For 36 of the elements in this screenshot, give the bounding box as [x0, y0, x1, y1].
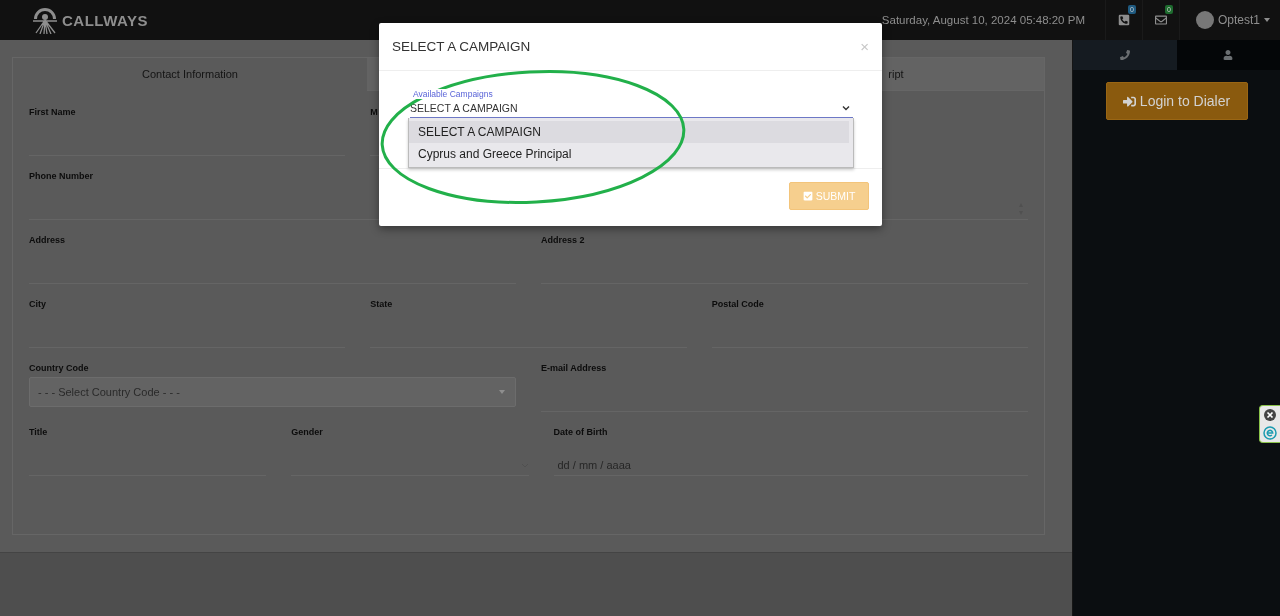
avatar-icon — [1195, 11, 1214, 29]
field-label: State — [370, 299, 393, 311]
dropdown-option[interactable]: SELECT A CAMPAIGN — [409, 121, 849, 143]
field-label: Phone Number — [29, 171, 93, 183]
field-label: Title — [29, 427, 48, 439]
field-label: First Name — [29, 107, 76, 119]
dialog-title: SELECT A CAMPAIGN — [392, 39, 531, 54]
user-icon — [1223, 50, 1234, 60]
field-label: Date of Birth — [553, 427, 608, 439]
login-button[interactable]: Login to Dialer — [1105, 82, 1248, 120]
caret-icon — [1264, 18, 1270, 22]
close-icon[interactable] — [1264, 408, 1276, 421]
field-label: Address 2 — [541, 235, 585, 247]
logo-icon — [32, 6, 58, 34]
side-tab[interactable] — [1073, 40, 1177, 70]
sign-in-icon — [1122, 94, 1136, 108]
field-label: City — [29, 299, 46, 311]
logo-text: CALLWAYS — [62, 11, 148, 29]
widget-tab[interactable] — [1259, 405, 1280, 443]
side-tab[interactable] — [1176, 40, 1280, 70]
country-code-select[interactable]: - - - Select Country Code - - - — [29, 377, 516, 407]
field-label: Available Campaigns — [410, 89, 493, 99]
phone-icon — [1119, 50, 1130, 60]
date-time: Saturday, August 10, 2024 05:48:20 PM — [881, 14, 1085, 26]
dropdown-option[interactable]: Cyprus and Greece Principal — [409, 143, 849, 165]
close-button[interactable]: × — [860, 38, 869, 55]
field-label: M — [370, 107, 378, 119]
field-label: Country Code — [29, 363, 89, 375]
field-label: Gender — [291, 427, 323, 439]
field-label: Postal Code — [711, 299, 764, 311]
phone-icon[interactable] — [1117, 14, 1130, 26]
check-icon — [802, 191, 813, 201]
chevron-down-icon — [842, 105, 850, 111]
field-label: E-mail Address — [541, 363, 607, 375]
mail-icon[interactable] — [1154, 14, 1167, 26]
field-label: Address — [29, 235, 65, 247]
